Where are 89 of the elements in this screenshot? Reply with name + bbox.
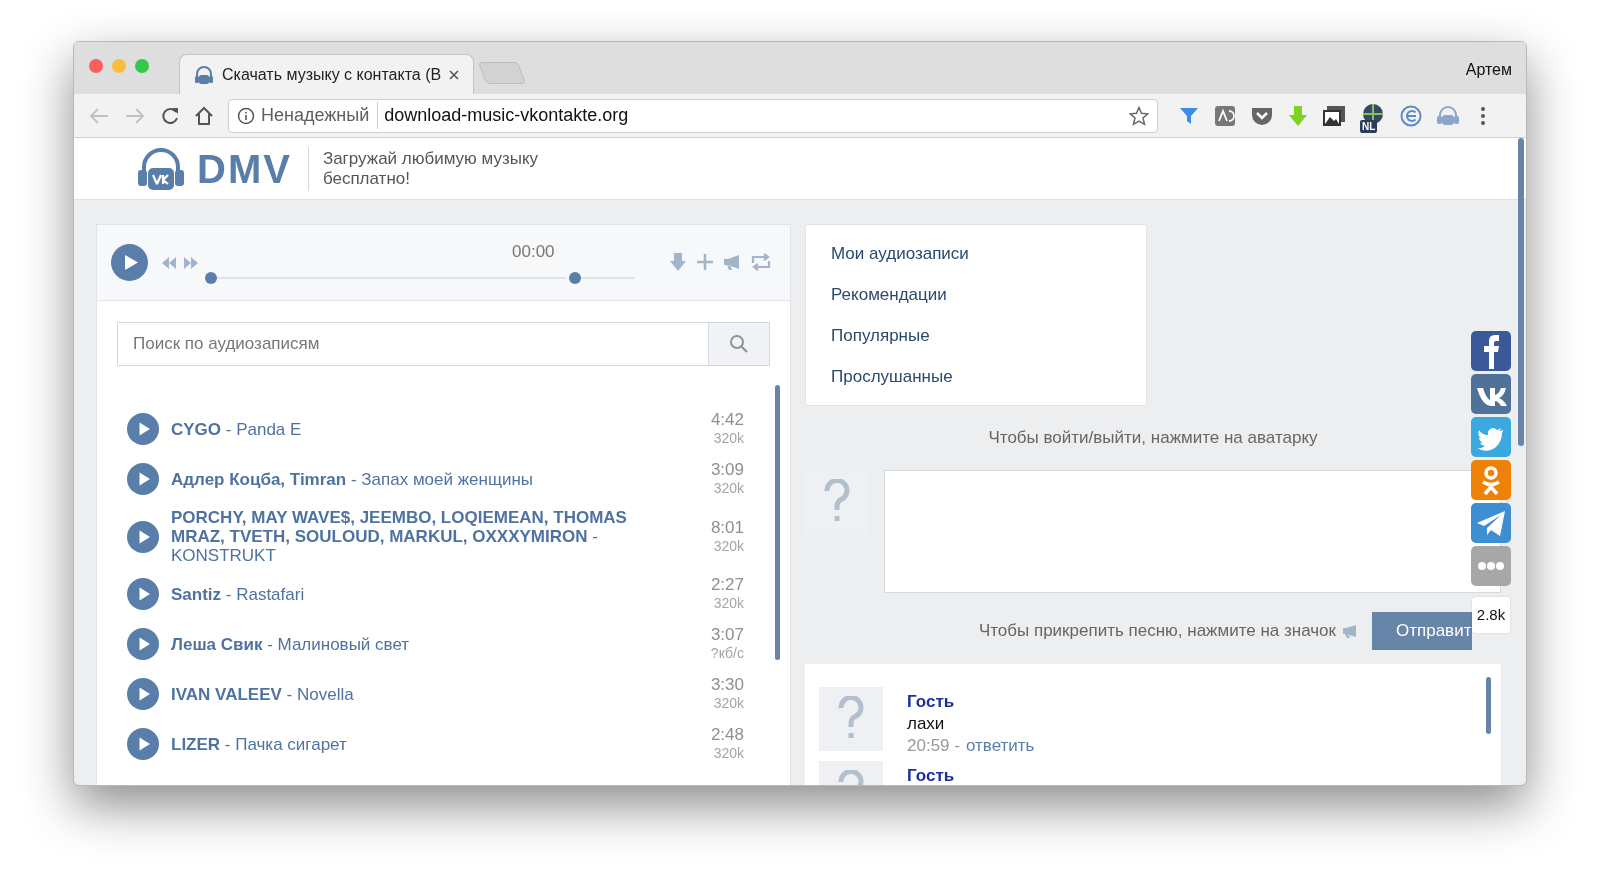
login-hint: Чтобы войти/выйти, нажмите на аватарку	[988, 427, 1318, 450]
play-icon[interactable]	[127, 463, 159, 495]
track-duration: 2:27	[710, 576, 744, 594]
megaphone-icon[interactable]	[723, 254, 741, 270]
play-icon[interactable]	[127, 520, 159, 553]
play-icon[interactable]	[127, 413, 159, 445]
track-duration: 3:09	[710, 461, 744, 479]
back-icon[interactable]	[88, 105, 110, 126]
images-icon[interactable]	[1322, 104, 1346, 127]
security-label: Ненадежный	[261, 102, 379, 129]
play-icon[interactable]	[127, 578, 159, 610]
track-duration: 3:07	[710, 626, 744, 644]
scrollbar-thumb[interactable]	[1486, 677, 1491, 734]
track-bitrate: ?кб/с	[710, 644, 744, 662]
share-count: 2.8k	[1471, 597, 1511, 633]
search-icon	[729, 334, 749, 354]
menu-item[interactable]: Рекомендации	[806, 274, 1146, 315]
site-logo[interactable]: DMV	[137, 146, 309, 191]
megaphone-icon	[1342, 624, 1358, 638]
send-button[interactable]: Отправит	[1372, 612, 1472, 650]
track-duration: 3:30	[710, 676, 744, 694]
headphones-icon[interactable]	[1436, 105, 1460, 126]
headphones-icon	[194, 65, 214, 84]
comment-author[interactable]: Гость	[907, 765, 955, 785]
play-icon[interactable]	[127, 628, 159, 660]
share-button[interactable]	[1471, 503, 1511, 543]
track-name[interactable]: Леша Свик - Малиновый свет	[171, 634, 684, 654]
forward-icon[interactable]	[124, 105, 146, 126]
track-name[interactable]: Адлер Коцба, Timran - Запах моей женщины	[171, 469, 684, 489]
search-button[interactable]	[709, 322, 770, 366]
track-name[interactable]: IVAN VALEEV - Novella	[171, 684, 684, 704]
menu-item[interactable]: Популярные	[806, 315, 1146, 356]
star-icon[interactable]	[1129, 105, 1149, 126]
track-name[interactable]: PORCHY, MAY WAVE$, JEEMBO, LOQIEMEAN, THOMAS MRAZ, TVETH, SOULOUD, MARKUL, OXXXYMIRON - KONSTRUKT	[171, 508, 684, 565]
attach-hint: Чтобы прикрепить песню, нажмите на значок	[978, 620, 1336, 643]
info-icon	[237, 106, 255, 125]
scrollbar-thumb[interactable]	[775, 385, 780, 660]
download-icon[interactable]	[669, 252, 687, 272]
browser-tab[interactable]: Скачать музыку с контакта (В	[179, 54, 475, 94]
close-button[interactable]	[89, 59, 103, 73]
menu-item[interactable]: Прослушанные	[806, 356, 1146, 397]
track-bitrate: 320k	[713, 694, 744, 712]
menu-item[interactable]: Мои аудиозаписи	[806, 233, 1146, 274]
ad-block-icon[interactable]	[1214, 104, 1236, 127]
comment-author[interactable]: Гость	[907, 691, 1035, 713]
track-bitrate: 320k	[713, 594, 744, 612]
url-text: download-music-vkontakte.org	[384, 104, 630, 127]
comment-text: лахи	[907, 713, 946, 735]
e-circle-icon[interactable]	[1400, 104, 1422, 127]
slider-thumb[interactable]	[569, 272, 581, 284]
reload-icon[interactable]	[160, 105, 180, 126]
track-bitrate: 320k	[713, 744, 744, 762]
address-bar[interactable]: Ненадежный download-music-vkontakte.org	[228, 98, 1158, 133]
profile-name[interactable]: Артем	[1465, 58, 1512, 82]
track-duration: 2:48	[710, 726, 744, 744]
repeat-icon[interactable]	[750, 253, 772, 271]
page-scrollbar-thumb[interactable]	[1518, 138, 1524, 446]
play-icon[interactable]	[127, 678, 159, 710]
track-name[interactable]: Santiz - Rastafari	[171, 584, 684, 604]
comment-time: 20:59 -	[907, 735, 960, 757]
track-duration: 8:01	[710, 518, 744, 537]
comment-field[interactable]	[884, 470, 1501, 593]
time-label: 00:00	[512, 241, 555, 263]
zoom-button[interactable]	[135, 59, 149, 73]
track-name[interactable]: CYGO - Panda E	[171, 419, 684, 439]
headphones-icon	[137, 147, 185, 190]
more-icon	[1478, 562, 1504, 570]
share-button[interactable]	[1471, 374, 1511, 414]
site-tagline: Загружай любимую музыку бесплатно!	[321, 148, 540, 189]
home-icon[interactable]	[194, 105, 214, 126]
track-bitrate: 320k	[713, 479, 744, 497]
track-duration: 4:42	[710, 411, 744, 429]
previous-icon[interactable]	[161, 255, 177, 270]
track-bitrate: 320k	[713, 429, 744, 447]
more-vertical-icon[interactable]	[1480, 105, 1486, 126]
search-field[interactable]: Поиск по аудиозаписям	[117, 322, 709, 366]
download-arrow-icon[interactable]	[1288, 104, 1308, 127]
play-icon[interactable]	[111, 244, 148, 281]
next-icon[interactable]	[183, 255, 199, 270]
reply-link[interactable]: ответить	[965, 735, 1035, 757]
track-name[interactable]: LIZER - Пачка сигарет	[171, 734, 684, 754]
track-bitrate: 320k	[713, 536, 744, 555]
tab-title: Скачать музыку с контакта (В	[222, 64, 442, 85]
play-icon[interactable]	[127, 728, 159, 760]
facebook-icon	[1482, 333, 1500, 369]
slider-thumb[interactable]	[205, 272, 217, 284]
share-button[interactable]	[1471, 331, 1511, 371]
plus-icon[interactable]	[696, 253, 714, 271]
close-icon[interactable]	[449, 69, 460, 80]
